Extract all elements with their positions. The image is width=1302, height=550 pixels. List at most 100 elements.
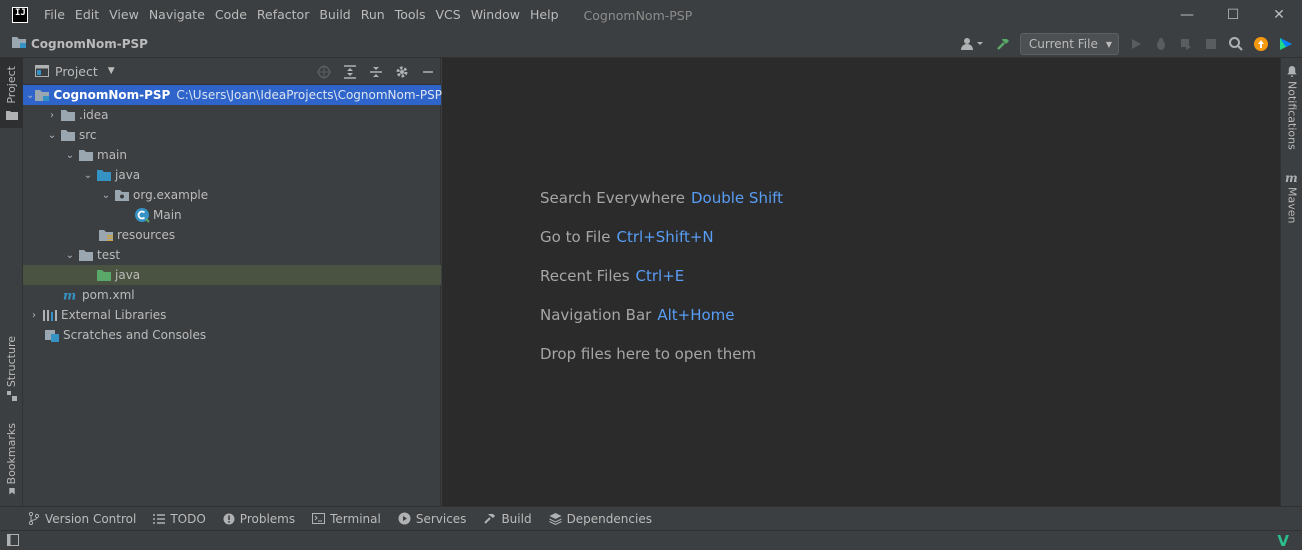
folder-icon — [60, 107, 76, 123]
tool-label: Version Control — [45, 511, 137, 526]
stripe-notifications-button[interactable]: Notifications — [1281, 66, 1302, 150]
stripe-structure-button[interactable]: Structure — [0, 336, 23, 402]
folder-icon — [60, 127, 76, 143]
menu-tools[interactable]: Tools — [390, 0, 431, 30]
update-icon[interactable] — [1253, 36, 1269, 52]
test-root-folder-icon — [96, 267, 112, 283]
tool-terminal[interactable]: Terminal — [312, 512, 381, 526]
menu-window[interactable]: Window — [466, 0, 525, 30]
user-icon[interactable] — [960, 36, 986, 52]
stripe-project-button[interactable]: Project — [0, 58, 23, 128]
chevron-down-icon[interactable]: ⌄ — [44, 127, 60, 143]
tree-row-java-test[interactable]: java — [23, 265, 441, 285]
tree-row-root[interactable]: ⌄ CognomNom-PSP C:\Users\Joan\IdeaProjec… — [23, 85, 442, 105]
folder-icon — [78, 147, 94, 163]
code-with-me-icon[interactable] — [1278, 36, 1294, 52]
tree-row-resources[interactable]: resources — [23, 225, 441, 245]
build-hammer-icon[interactable] — [995, 36, 1011, 52]
stripe-maven-button[interactable]: m Maven — [1281, 172, 1302, 228]
java-test-label: java — [115, 268, 141, 282]
panel-tools — [316, 58, 436, 85]
menu-code[interactable]: Code — [210, 0, 252, 30]
hint-recent-files: Recent Files Ctrl+E — [540, 267, 684, 285]
menu-file[interactable]: File — [39, 0, 70, 30]
chevron-right-icon[interactable]: › — [26, 307, 42, 323]
tool-label: TODO — [170, 511, 206, 526]
library-icon — [42, 307, 58, 323]
scratches-icon — [44, 327, 60, 343]
hint-label: Search Everywhere — [540, 189, 685, 207]
hint-navigation-bar: Navigation Bar Alt+Home — [540, 306, 735, 324]
chevron-down-icon[interactable]: ⌄ — [62, 147, 78, 163]
stripe-bookmarks-label: Bookmarks — [5, 423, 18, 485]
expand-all-icon[interactable] — [342, 64, 358, 80]
package-icon — [114, 187, 130, 203]
tree-row-main[interactable]: ⌄ main — [23, 145, 441, 165]
chevron-down-icon[interactable]: ⌄ — [80, 167, 96, 183]
editor-area[interactable]: Search Everywhere Double Shift Go to File… — [442, 58, 1280, 506]
tool-label: Services — [415, 511, 467, 526]
toggle-tool-windows-icon[interactable] — [7, 534, 19, 549]
test-folder-label: test — [97, 248, 121, 262]
tree-row-idea[interactable]: › .idea — [23, 105, 441, 125]
project-panel-title[interactable]: Project — [55, 64, 98, 79]
tool-version-control[interactable]: Version Control — [28, 512, 136, 526]
svg-text:m: m — [63, 288, 76, 302]
tree-row-src[interactable]: ⌄ src — [23, 125, 441, 145]
navigation-bar: CognomNom-PSP Current File ▼ — [0, 30, 1302, 58]
menu-refactor[interactable]: Refactor — [252, 0, 314, 30]
scratches-label: Scratches and Consoles — [63, 328, 207, 342]
minimize-button[interactable]: — — [1164, 0, 1210, 30]
maximize-button[interactable]: ☐ — [1210, 0, 1256, 30]
chevron-down-icon[interactable]: ⌄ — [98, 187, 114, 203]
run-config-selector[interactable]: Current File ▼ — [1019, 33, 1119, 55]
menu-run[interactable]: Run — [356, 0, 390, 30]
tree-row-test[interactable]: ⌄ test — [23, 245, 441, 265]
chevron-down-icon[interactable]: ⌄ — [62, 247, 78, 263]
tool-services[interactable]: Services — [398, 511, 467, 526]
gear-icon[interactable] — [394, 64, 410, 80]
tree-row-java-main[interactable]: ⌄ java — [23, 165, 441, 185]
intellij-logo-icon[interactable]: IJ — [12, 7, 28, 23]
tool-dependencies[interactable]: Dependencies — [548, 512, 652, 526]
tool-build[interactable]: Build — [483, 512, 532, 526]
menu-edit[interactable]: Edit — [70, 0, 104, 30]
chevron-right-icon[interactable]: › — [44, 107, 60, 123]
tree-row-scratches[interactable]: Scratches and Consoles — [23, 325, 441, 345]
tool-todo[interactable]: TODO — [153, 511, 206, 526]
hint-shortcut: Ctrl+Shift+N — [616, 228, 714, 246]
tree-row-ext-libs[interactable]: › External Libraries — [23, 305, 441, 325]
resources-folder-icon — [98, 227, 114, 243]
search-icon[interactable] — [1228, 36, 1244, 52]
menu-vcs[interactable]: VCS — [431, 0, 466, 30]
tree-row-package[interactable]: ⌄ org.example — [23, 185, 441, 205]
stripe-project-label: Project — [5, 66, 18, 104]
debug-icon[interactable] — [1153, 36, 1169, 52]
run-icon[interactable] — [1128, 36, 1144, 52]
menu-navigate[interactable]: Navigate — [144, 0, 210, 30]
breadcrumb[interactable]: CognomNom-PSP — [11, 35, 148, 52]
tree-row-main-class[interactable]: Main — [23, 205, 441, 225]
menu-build[interactable]: Build — [314, 0, 355, 30]
chevron-down-icon[interactable]: ⌄ — [26, 87, 34, 103]
menu-view[interactable]: View — [104, 0, 144, 30]
tool-label: Terminal — [330, 511, 381, 526]
close-button[interactable]: ✕ — [1256, 0, 1302, 30]
stripe-bookmarks-button[interactable]: Bookmarks — [0, 423, 23, 495]
menu-help[interactable]: Help — [525, 0, 564, 30]
coverage-icon[interactable] — [1178, 36, 1194, 52]
stripe-notifications-label: Notifications — [1285, 81, 1299, 150]
root-path: C:\Users\Joan\IdeaProjects\CognomNom-PSP — [176, 88, 442, 102]
stop-icon[interactable] — [1203, 36, 1219, 52]
idea-folder-label: .idea — [79, 108, 109, 122]
select-opened-file-icon[interactable] — [316, 64, 332, 80]
chevron-down-icon[interactable]: ▼ — [108, 66, 115, 76]
collapse-all-icon[interactable] — [368, 64, 384, 80]
root-name: CognomNom-PSP — [53, 88, 171, 102]
ext-libs-label: External Libraries — [61, 308, 167, 322]
hide-panel-icon[interactable] — [420, 64, 436, 80]
tool-problems[interactable]: Problems — [223, 512, 295, 526]
breadcrumb-project-name: CognomNom-PSP — [31, 36, 148, 51]
tree-row-pom[interactable]: m pom.xml — [23, 285, 441, 305]
chevron-down-icon: ▼ — [1105, 39, 1112, 49]
